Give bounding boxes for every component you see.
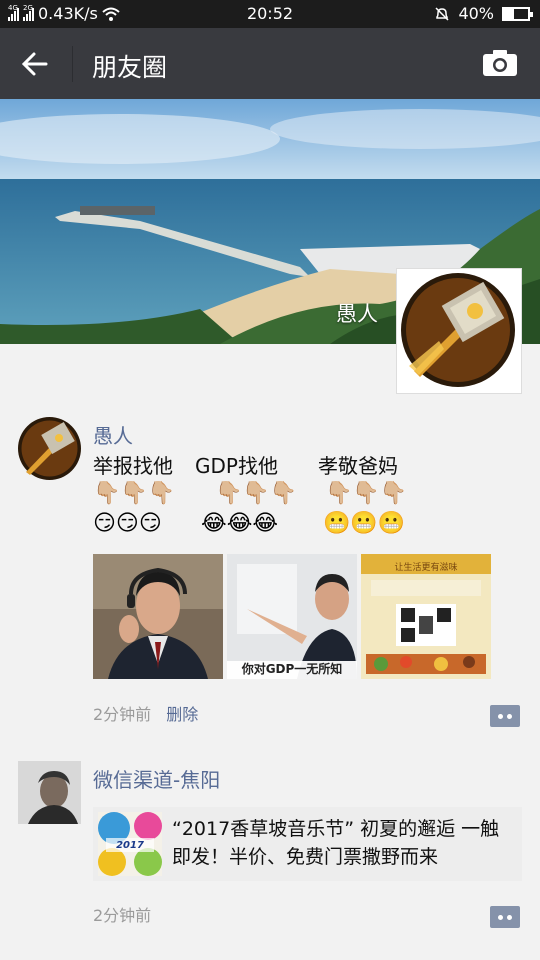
back-arrow-icon[interactable] <box>16 45 56 83</box>
post-meta: 2分钟前 <box>93 902 151 926</box>
profile-avatar[interactable] <box>396 268 522 394</box>
post-meta: 2分钟前 删除 <box>93 701 198 725</box>
pointing-down-emoji: 👇🏼👇🏼👇🏼 <box>93 481 176 506</box>
post-photo[interactable]: 你对GDP一无所知 <box>227 554 357 679</box>
post-photo[interactable] <box>93 554 223 679</box>
comment-more-icon[interactable] <box>490 906 520 928</box>
cover-username: 愚人 <box>336 302 378 326</box>
link-thumbnail: 2017 <box>98 812 162 876</box>
battery-percent: 40% <box>458 4 494 23</box>
pointing-down-emoji: 👇🏼👇🏼👇🏼 <box>215 481 298 506</box>
battery-level <box>504 8 514 19</box>
post-photos: 你对GDP一无所知 让生活更有滋味 <box>93 554 491 679</box>
person-avatar-image <box>18 761 81 824</box>
page-title: 朋友圈 <box>92 53 168 82</box>
comment-more-icon[interactable] <box>490 705 520 727</box>
post-text-part: GDP找他 <box>195 454 278 478</box>
status-right: 40% <box>434 4 533 23</box>
poster-tagline: 让生活更有滋味 <box>394 563 458 573</box>
post-avatar[interactable] <box>18 761 81 824</box>
post-username[interactable]: 微信渠道-焦阳 <box>93 764 220 793</box>
post-photo[interactable]: 让生活更有滋味 <box>361 554 491 679</box>
face-emoji-row: 😏😏😏 😂😂😂 😬😬😬 <box>93 510 405 538</box>
hammer-avatar-image <box>18 417 81 480</box>
man-on-phone-photo <box>93 554 223 679</box>
post-text: 举报找他 GDP找他 孝敬爸妈 <box>93 451 398 481</box>
smirk-emoji: 😏😏😏 <box>93 511 162 536</box>
bell-muted-icon <box>435 6 449 21</box>
status-bar: 4G 2G 0.43K/s 20:52 40% <box>0 0 540 28</box>
post-username[interactable]: 愚人 <box>93 420 133 449</box>
title-bar: 朋友圈 <box>0 28 540 99</box>
post-text-part: 孝敬爸妈 <box>317 454 398 478</box>
shared-link-card[interactable]: 2017 “2017香草坡音乐节” 初夏的邂逅 一触即发！半价、免费门票撒野而来 <box>93 807 522 881</box>
photo-caption: 你对GDP一无所知 <box>241 662 343 676</box>
laugh-emoji: 😂😂😂 <box>201 511 279 536</box>
title-divider <box>72 46 73 82</box>
hammer-avatar-image <box>399 271 517 389</box>
post-text-part: 举报找他 <box>93 454 173 478</box>
grimace-emoji: 😬😬😬 <box>323 511 406 536</box>
delete-link[interactable]: 删除 <box>166 701 198 725</box>
link-title: “2017香草坡音乐节” 初夏的邂逅 一触即发！半价、免费门票撒野而来 <box>172 818 500 868</box>
post-time: 2分钟前 <box>93 705 152 724</box>
battery-icon <box>502 6 533 21</box>
post-avatar[interactable] <box>18 417 81 480</box>
pointing-down-emoji: 👇🏼👇🏼👇🏼 <box>325 481 408 506</box>
pointing-emoji-row: 👇🏼👇🏼👇🏼 👇🏼👇🏼👇🏼 👇🏼👇🏼👇🏼 <box>93 480 407 508</box>
post-time: 2分钟前 <box>93 906 152 925</box>
camera-icon[interactable] <box>482 47 518 79</box>
thumbnail-text: 2017 <box>116 840 144 851</box>
